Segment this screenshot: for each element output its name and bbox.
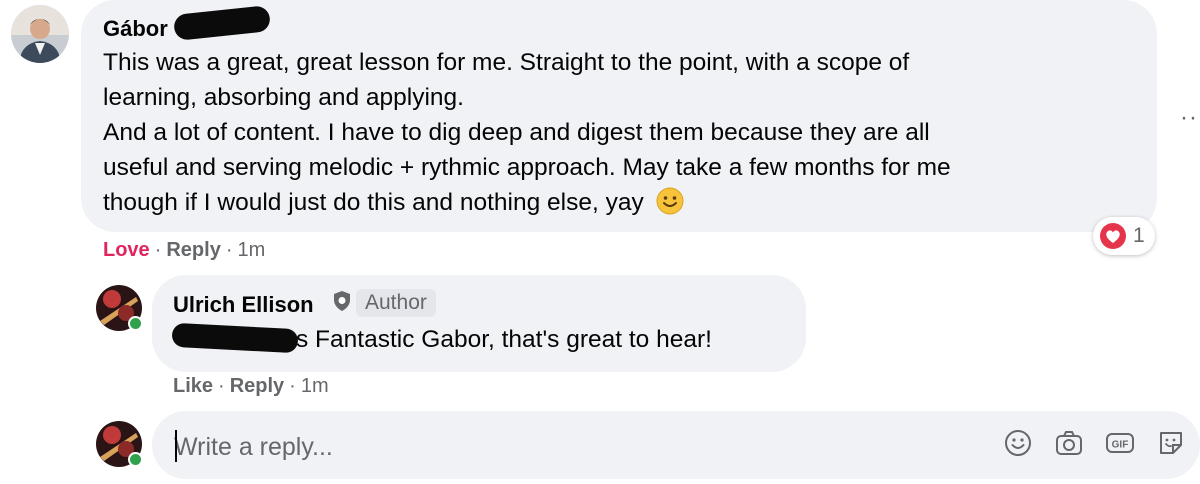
sticker-icon[interactable]	[1156, 428, 1186, 458]
separator: ·	[154, 239, 162, 261]
separator: ·	[225, 239, 233, 261]
gif-icon[interactable]: GIF	[1105, 428, 1135, 458]
svg-text:GIF: GIF	[1112, 440, 1129, 451]
comment-text: This was a great, great lesson for me. S…	[103, 45, 951, 220]
comment-line: though if I would just do this and nothi…	[103, 185, 951, 220]
current-user-avatar[interactable]	[96, 421, 143, 467]
separator: ·	[289, 375, 296, 397]
love-reaction-button[interactable]: Love	[103, 239, 150, 262]
comment-line: And a lot of content. I have to dig deep…	[103, 119, 930, 146]
online-status-dot	[128, 316, 143, 331]
timestamp[interactable]: 1m	[238, 239, 266, 262]
reply-input[interactable]	[172, 426, 976, 468]
more-icon[interactable]: ···	[1180, 104, 1200, 132]
reply-author-name[interactable]: Ulrich Ellison	[173, 292, 314, 318]
timestamp[interactable]: 1m	[301, 375, 329, 398]
shield-icon	[334, 291, 350, 311]
profile-photo	[11, 5, 69, 63]
text-cursor	[175, 430, 177, 462]
camera-icon[interactable]	[1054, 428, 1084, 458]
comment-line: learning, absorbing and applying.	[103, 84, 464, 111]
online-status-dot	[128, 452, 143, 467]
author-badge: Author	[356, 289, 436, 317]
reaction-summary[interactable]: 1	[1093, 217, 1155, 255]
reply-actions: Like · Reply · 1m	[173, 375, 329, 398]
reaction-count: 1	[1133, 224, 1145, 247]
avatar-ulrich[interactable]	[96, 285, 143, 331]
smiling-face-icon	[656, 187, 684, 215]
separator: ·	[218, 375, 225, 397]
reply-text: s Fantastic Gabor, that's great to hear!	[296, 326, 712, 353]
avatar-gabor[interactable]	[11, 5, 69, 63]
comment-line-text: though if I would just do this and nothi…	[103, 189, 644, 216]
comment-line: useful and serving melodic + rythmic app…	[103, 154, 951, 181]
heart-icon	[1100, 223, 1126, 249]
emoji-icon[interactable]	[1003, 428, 1033, 458]
reply-button[interactable]: Reply	[166, 239, 220, 262]
like-button[interactable]: Like	[173, 375, 213, 398]
comment-actions: Love · Reply · 1m	[103, 239, 265, 262]
comment-author-name[interactable]: Gábor	[103, 16, 168, 42]
reply-button[interactable]: Reply	[230, 375, 284, 398]
comment-line: This was a great, great lesson for me. S…	[103, 49, 910, 76]
